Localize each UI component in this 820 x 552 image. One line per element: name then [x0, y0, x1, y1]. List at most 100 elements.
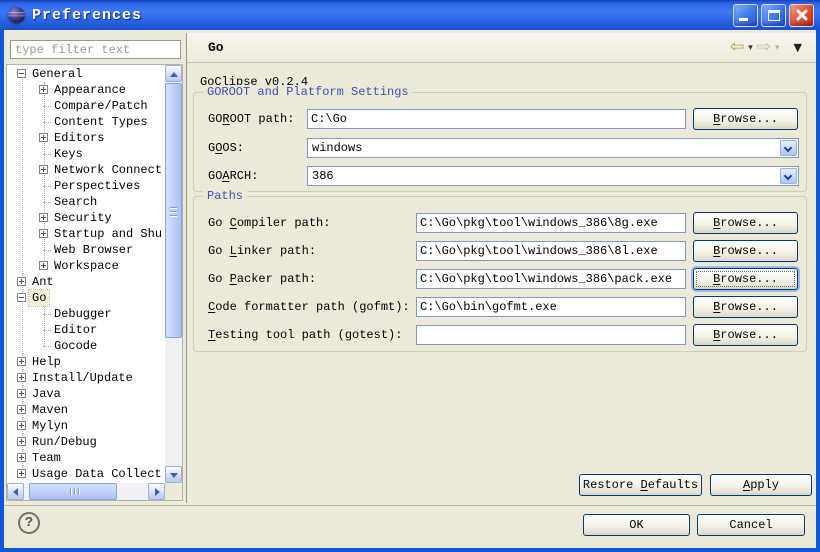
- expander-icon[interactable]: [17, 357, 26, 366]
- testing-tool-path-gotest-input[interactable]: [416, 325, 686, 345]
- tree-item-editor[interactable]: Editor: [7, 322, 164, 338]
- go-linker-path-input[interactable]: [416, 241, 686, 261]
- tree-item-run-debug[interactable]: Run/Debug: [7, 434, 164, 450]
- scroll-down-button[interactable]: [165, 466, 182, 483]
- arrow-right-icon: [155, 488, 160, 496]
- tree-item-editors[interactable]: Editors: [7, 130, 164, 146]
- expander-icon[interactable]: [17, 405, 26, 414]
- tree-item-network-connect[interactable]: Network Connect: [7, 162, 164, 178]
- expander-icon[interactable]: [17, 373, 26, 382]
- expander-icon[interactable]: [39, 85, 48, 94]
- close-button[interactable]: [789, 4, 814, 27]
- goos-value: windows: [312, 139, 362, 157]
- tree-item-label: Install/Update: [29, 370, 136, 386]
- panel-divider[interactable]: [186, 33, 187, 503]
- tree-item-maven[interactable]: Maven: [7, 402, 164, 418]
- expander-icon[interactable]: [17, 69, 26, 78]
- maximize-button[interactable]: [761, 4, 786, 27]
- scroll-right-button[interactable]: [148, 483, 165, 500]
- expander-icon[interactable]: [17, 421, 26, 430]
- apply-button[interactable]: Apply: [710, 474, 812, 496]
- tree-item-web-browser[interactable]: Web Browser: [7, 242, 164, 258]
- tree-item-compare-patch[interactable]: Compare/Patch: [7, 98, 164, 114]
- tree-item-label: Usage Data Collect: [29, 466, 164, 482]
- tree-item-ant[interactable]: Ant: [7, 274, 164, 290]
- arrow-up-icon: [170, 72, 178, 77]
- go-compiler-path-browse-button[interactable]: Browse...: [693, 212, 798, 234]
- scroll-up-button[interactable]: [165, 65, 182, 82]
- tree-item-install-update[interactable]: Install/Update: [7, 370, 164, 386]
- go-linker-path-browse-button[interactable]: Browse...: [693, 240, 798, 262]
- minimize-button[interactable]: [733, 4, 758, 27]
- expander-icon[interactable]: [17, 437, 26, 446]
- back-dropdown-icon[interactable]: ▾: [748, 43, 753, 53]
- forward-icon[interactable]: ⇨: [757, 39, 771, 56]
- dialog-body: General Appearance Compare/Patch Content…: [4, 30, 816, 548]
- tree-item-security[interactable]: Security: [7, 210, 164, 226]
- tree-item-label: Maven: [29, 402, 71, 418]
- testing-tool-path-gotest-browse-button[interactable]: Browse...: [693, 324, 798, 346]
- back-icon[interactable]: ⇦: [730, 39, 744, 56]
- filter-input[interactable]: [10, 40, 181, 59]
- tree-horizontal-scrollbar[interactable]: [7, 483, 165, 500]
- thumb-grip: [78, 488, 79, 495]
- expander-icon[interactable]: [17, 293, 26, 302]
- help-button[interactable]: ?: [18, 512, 40, 534]
- tree-vertical-scrollbar[interactable]: [165, 65, 182, 483]
- ok-button[interactable]: OK: [583, 514, 690, 536]
- tree-item-go[interactable]: Go: [7, 290, 164, 306]
- tree-item-appearance[interactable]: Appearance: [7, 82, 164, 98]
- goarch-value: 386: [312, 167, 334, 185]
- tree-item-java[interactable]: Java: [7, 386, 164, 402]
- tree-item-general[interactable]: General: [7, 66, 164, 82]
- tree-item-label: Editors: [51, 130, 107, 146]
- expander-icon[interactable]: [17, 453, 26, 462]
- go-compiler-path-input[interactable]: [416, 213, 686, 233]
- horizontal-scroll-thumb[interactable]: [29, 483, 117, 500]
- view-menu-icon[interactable]: ▼: [794, 41, 802, 54]
- tree-item-team[interactable]: Team: [7, 450, 164, 466]
- tree-item-gocode[interactable]: Gocode: [7, 338, 164, 354]
- go-packer-path-browse-button[interactable]: Browse...: [693, 268, 798, 290]
- tree-item-perspectives[interactable]: Perspectives: [7, 178, 164, 194]
- scroll-left-button[interactable]: [7, 483, 24, 500]
- tree-item-label: Help: [29, 354, 64, 370]
- tree-item-debugger[interactable]: Debugger: [7, 306, 164, 322]
- titlebar[interactable]: Preferences: [0, 0, 820, 30]
- tree-item-usage-data-collect[interactable]: Usage Data Collect: [7, 466, 164, 482]
- expander-icon[interactable]: [39, 133, 48, 142]
- tree-item-mylyn[interactable]: Mylyn: [7, 418, 164, 434]
- goarch-select[interactable]: 386: [307, 166, 799, 186]
- tree-item-label: Debugger: [51, 306, 115, 322]
- goos-dropdown-button[interactable]: [780, 140, 797, 156]
- expander-icon[interactable]: [39, 229, 48, 238]
- tree-item-keys[interactable]: Keys: [7, 146, 164, 162]
- tree-item-label: Run/Debug: [29, 434, 100, 450]
- expander-icon[interactable]: [17, 277, 26, 286]
- expander-icon[interactable]: [39, 165, 48, 174]
- go-packer-path-input[interactable]: [416, 269, 686, 289]
- goroot-path-input[interactable]: [307, 109, 686, 129]
- goos-select[interactable]: windows: [307, 138, 799, 158]
- expander-icon[interactable]: [17, 389, 26, 398]
- code-formatter-path-gofmt-input[interactable]: [416, 297, 686, 317]
- goarch-label: GOARCH:: [208, 166, 258, 186]
- cancel-button[interactable]: Cancel: [697, 514, 805, 536]
- restore-defaults-button[interactable]: Restore Defaults: [579, 474, 702, 496]
- tree-item-startup-and-shu[interactable]: Startup and Shu: [7, 226, 164, 242]
- tree-item-content-types[interactable]: Content Types: [7, 114, 164, 130]
- paths-group-title: Paths: [203, 189, 247, 203]
- tree-item-workspace[interactable]: Workspace: [7, 258, 164, 274]
- goroot-browse-button[interactable]: Browse...: [693, 108, 798, 130]
- tree-item-search[interactable]: Search: [7, 194, 164, 210]
- code-formatter-path-gofmt-browse-button[interactable]: Browse...: [693, 296, 798, 318]
- goarch-dropdown-button[interactable]: [780, 168, 797, 184]
- tree-item-label: Gocode: [51, 338, 100, 354]
- vertical-scroll-thumb[interactable]: [165, 83, 182, 338]
- expander-icon[interactable]: [17, 469, 26, 478]
- expander-icon[interactable]: [39, 213, 48, 222]
- expander-icon[interactable]: [39, 261, 48, 270]
- tree-item-help[interactable]: Help: [7, 354, 164, 370]
- go-packer-path-label: Go Packer path:: [208, 269, 316, 289]
- tree-item-label: Startup and Shu: [51, 226, 164, 242]
